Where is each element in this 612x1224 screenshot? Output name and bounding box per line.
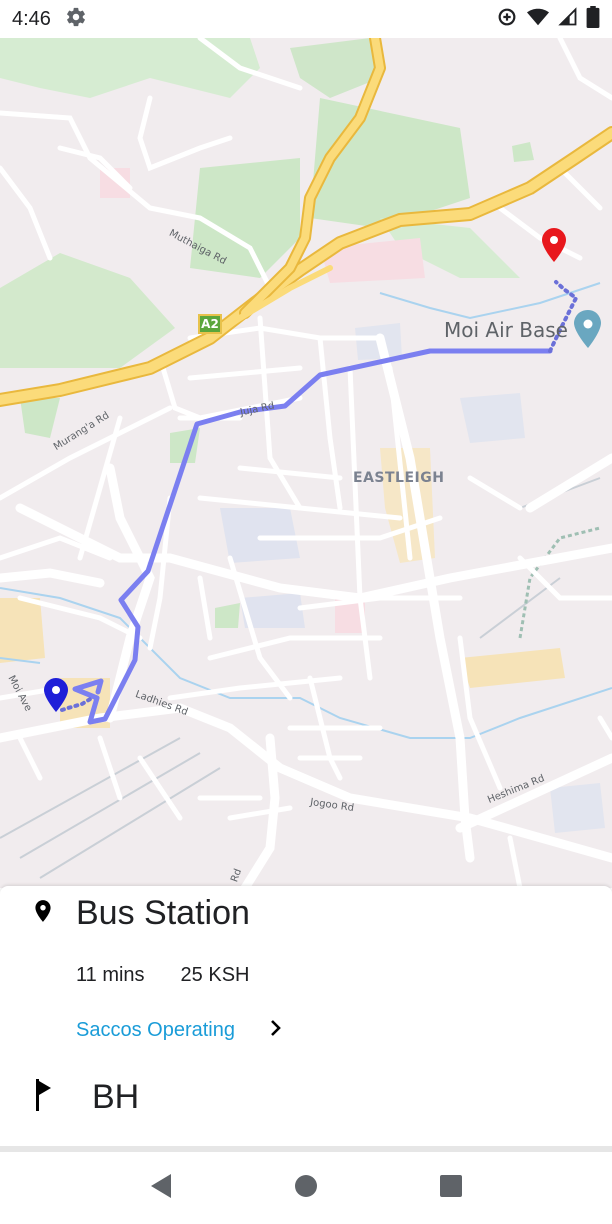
trip-info-row: 11 mins 25 KSH — [76, 964, 249, 987]
settings-icon — [65, 6, 87, 33]
place-marker-icon — [574, 310, 601, 348]
back-icon[interactable] — [149, 1173, 173, 1204]
origin-title: Bus Station — [76, 894, 250, 932]
data-saver-icon — [496, 6, 518, 33]
recents-button[interactable] — [427, 1164, 475, 1212]
destination-marker-icon — [542, 228, 566, 262]
trip-fare: 25 KSH — [180, 964, 250, 986]
map-canvas[interactable] — [0, 38, 612, 888]
origin-row: Bus Station — [30, 894, 250, 933]
status-time: 4:46 — [12, 7, 51, 30]
status-bar: 4:46 — [0, 0, 612, 38]
system-nav-bar — [0, 1152, 612, 1224]
home-icon[interactable] — [294, 1174, 318, 1203]
signal-icon — [558, 6, 578, 32]
saccos-operating-link[interactable]: Saccos Operating — [76, 1018, 283, 1043]
chevron-right-icon[interactable] — [269, 1018, 283, 1043]
recents-icon[interactable] — [439, 1174, 463, 1203]
flag-icon — [34, 1078, 56, 1117]
location-pin-icon — [30, 896, 56, 931]
home-button[interactable] — [282, 1164, 330, 1212]
back-button[interactable] — [137, 1164, 185, 1212]
battery-icon — [586, 5, 600, 33]
trip-duration: 11 mins — [76, 964, 145, 986]
map-view[interactable]: A2 Moi Air Base EASTLEIGH Muthaiga Rd Ju… — [0, 38, 612, 888]
saccos-link-label[interactable]: Saccos Operating — [76, 1019, 235, 1042]
destination-title: BH — [92, 1078, 140, 1116]
route-details-sheet: Bus Station 11 mins 25 KSH Saccos Operat… — [0, 886, 612, 1146]
wifi-icon — [526, 6, 550, 33]
highway-shield: A2 — [198, 314, 222, 334]
destination-row: BH — [34, 1078, 139, 1117]
